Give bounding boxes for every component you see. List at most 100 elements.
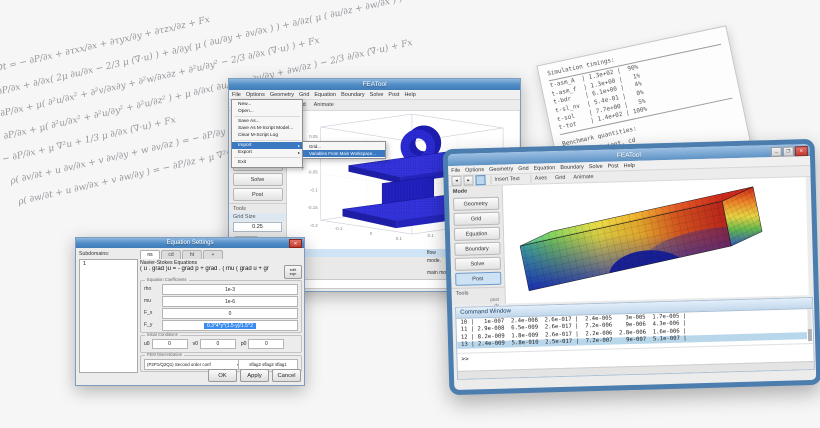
apply-button[interactable]: Apply	[240, 369, 269, 382]
sidebar-grid-button[interactable]: Grid	[452, 211, 500, 226]
zoom-icon[interactable]	[475, 175, 486, 186]
window-title: FEATool	[362, 81, 387, 88]
fem-select[interactable]: (P2P1/Q2Q1) Second order conf ▾	[144, 358, 242, 370]
featool-post-window: FEATool – ❐ ✕ File Options Geometry Grid…	[442, 138, 820, 396]
menu-file[interactable]: File	[451, 167, 460, 173]
back-icon: ◂	[455, 177, 458, 183]
close-button[interactable]: ✕	[289, 239, 302, 248]
animate-toggle[interactable]: Animate	[314, 102, 334, 108]
fem-select-value: (P2P1/Q2Q1) Second order conf	[147, 361, 211, 367]
sidebar-equation-button[interactable]: Equation	[453, 226, 500, 241]
subdomains-listbox[interactable]: 1	[79, 259, 138, 373]
toolbar-separator	[490, 175, 492, 184]
minimize-button[interactable]: –	[770, 146, 782, 158]
title-bar[interactable]: FEATool	[229, 79, 520, 90]
menu-post[interactable]: Post	[388, 92, 399, 98]
close-icon: ✕	[293, 240, 298, 246]
toolbar-separator	[530, 174, 532, 183]
menu-separator	[234, 140, 300, 141]
physics-tabs: ns cd ht +	[140, 250, 224, 259]
maximize-button[interactable]: ❐	[782, 146, 794, 157]
rho-input[interactable]: 1e-3	[162, 284, 298, 295]
menu-boundary[interactable]: Boundary	[560, 164, 584, 171]
fem-shape-input[interactable]: sflag2 sflag2 sflag1	[238, 358, 298, 370]
u0-input[interactable]: 0	[151, 339, 188, 349]
equation-settings-dialog: Equation Settings ✕ Subdomains: 1 ns cd …	[75, 237, 305, 386]
menu-geometry[interactable]: Geometry	[270, 92, 294, 98]
x-tick: -0.1	[335, 226, 343, 231]
coefficients-fieldset: Equation Coefficients rho 1e-3 mu 1e-6 F…	[140, 277, 302, 333]
import-grid-item[interactable]: Grid...	[303, 143, 385, 150]
tab-add[interactable]: +	[203, 250, 223, 259]
axes-toggle[interactable]: Axes	[535, 175, 547, 181]
title-bar[interactable]: Equation Settings ✕	[76, 238, 304, 248]
post-plot-area[interactable]	[502, 177, 809, 304]
sidebar-boundary-button[interactable]: Boundary	[453, 241, 501, 256]
tab-ns[interactable]: ns	[140, 250, 160, 259]
subdomain-item[interactable]: 1	[80, 260, 137, 268]
chevron-right-icon: ▸	[297, 143, 300, 148]
forward-icon: ▸	[467, 177, 470, 183]
v0-input[interactable]: 0	[199, 339, 236, 349]
grid-size-input[interactable]: 0.25	[233, 222, 282, 232]
subdomains-label: Subdomains:	[79, 251, 110, 257]
mu-label: mu	[144, 298, 151, 304]
tab-cd[interactable]: cd	[161, 250, 181, 259]
fem-legend: FEM Discretization	[145, 352, 185, 358]
menu-boundary[interactable]: Boundary	[341, 92, 365, 98]
mode-sidebar: Mode Geometry Grid Equation Boundary Sol…	[448, 185, 506, 308]
scrollbar-thumb[interactable]	[807, 329, 813, 342]
back-button[interactable]: ◂	[451, 175, 462, 187]
edit-equation-button[interactable]: edit eqn	[284, 265, 302, 279]
menu-options[interactable]: Options	[465, 167, 484, 174]
file-menu-new[interactable]: New...	[232, 101, 302, 108]
menu-equation[interactable]: Equation	[314, 92, 336, 98]
grid-toggle[interactable]: Grid	[555, 175, 566, 181]
menu-post[interactable]: Post	[608, 163, 619, 169]
close-button[interactable]: ✕	[794, 146, 808, 157]
menu-grid[interactable]: Grid	[518, 165, 529, 171]
menu-grid[interactable]: Grid	[299, 92, 309, 98]
menu-solve[interactable]: Solve	[589, 163, 603, 169]
fy-input[interactable]: 0.3*4*y*(1.5-y)/1.5^2	[162, 320, 298, 331]
forward-button[interactable]: ▸	[463, 175, 474, 186]
fy-label: F_y	[144, 322, 153, 328]
sidebar-post-button[interactable]: Post	[232, 188, 283, 201]
menu-geometry[interactable]: Geometry	[489, 166, 513, 173]
tab-ht[interactable]: ht	[182, 250, 202, 259]
sidebar-geometry-button[interactable]: Geometry	[452, 196, 499, 211]
menu-equation[interactable]: Equation	[534, 165, 556, 172]
x-tick: 0	[370, 231, 373, 236]
file-menu-import[interactable]: Import ▸	[232, 142, 302, 149]
import-label: Import	[238, 143, 252, 148]
sidebar-solve-button[interactable]: Solve	[232, 173, 283, 186]
import-variables-item[interactable]: Variables From Main Workspace...	[303, 150, 385, 157]
p0-input[interactable]: 0	[248, 339, 285, 349]
z-tick: 0.05	[309, 134, 318, 139]
menu-solve[interactable]: Solve	[370, 92, 384, 98]
insert-text-button[interactable]: Insert Text	[494, 176, 519, 183]
sidebar-post-button[interactable]: Post	[454, 271, 501, 286]
channel-solution	[519, 186, 763, 292]
menu-help[interactable]: Help	[624, 162, 635, 168]
file-menu-open[interactable]: Open...	[232, 108, 302, 115]
file-menu-save-mscript[interactable]: Save As M-Script Model...	[232, 125, 302, 132]
file-menu: New... Open... Save As... Save As M-Scri…	[231, 99, 303, 168]
scrollbar[interactable]	[807, 309, 813, 342]
y-tick: 0.1	[428, 233, 435, 238]
chevron-right-icon: ▸	[297, 150, 300, 155]
file-menu-exit[interactable]: Exit	[232, 159, 302, 166]
mu-input[interactable]: 1e-6	[162, 296, 298, 307]
fx-input[interactable]: 0	[162, 308, 298, 319]
z-tick: -0.15	[308, 205, 319, 210]
sidebar-solve-button[interactable]: Solve	[454, 256, 501, 271]
ok-button[interactable]: OK	[208, 369, 237, 382]
menu-file[interactable]: File	[232, 92, 241, 98]
file-menu-save-as[interactable]: Save As...	[232, 118, 302, 125]
cancel-button[interactable]: Cancel	[272, 369, 301, 382]
menu-help[interactable]: Help	[404, 92, 415, 98]
file-menu-export[interactable]: Export ▸	[232, 149, 302, 156]
file-menu-clear-log[interactable]: Clear M-Script Log	[232, 132, 302, 139]
animate-toggle[interactable]: Animate	[573, 174, 593, 181]
menu-options[interactable]: Options	[246, 92, 265, 98]
